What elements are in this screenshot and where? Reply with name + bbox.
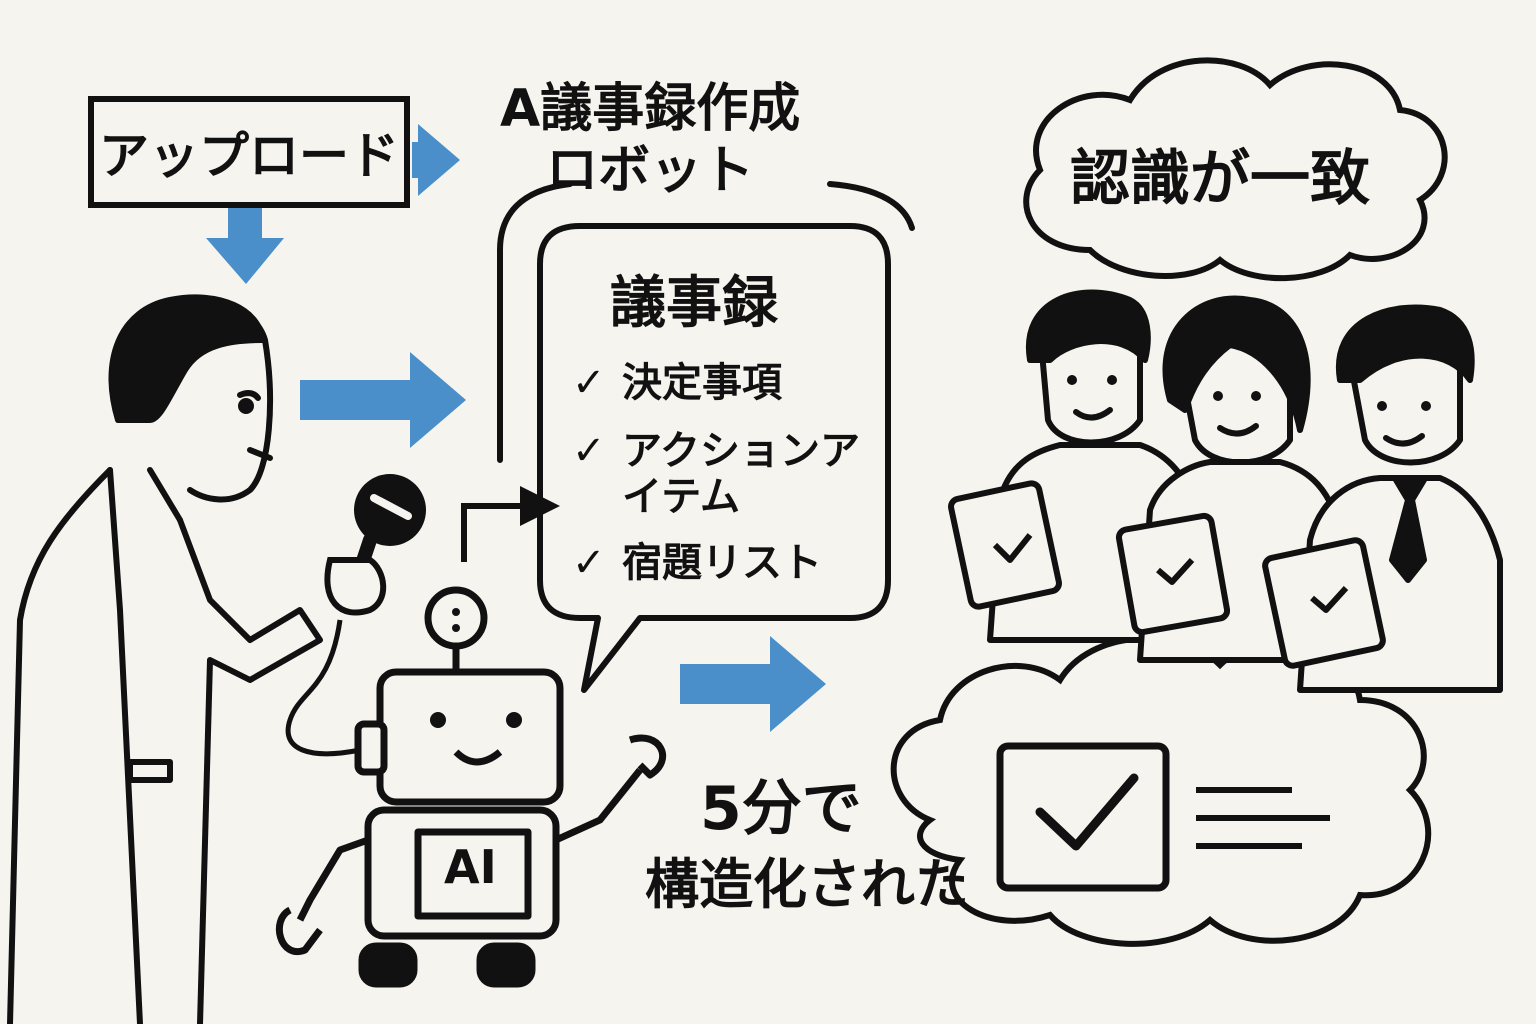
minutes-item-label: アクションア [622,428,860,474]
minutes-heading: 議事録 [610,271,778,336]
result-line1: 5分で [700,774,862,844]
consensus-label: 認識が一致 [1070,144,1370,214]
tablet-check-icon [1115,512,1231,636]
arrow-right-icon [418,124,460,196]
upload-box: アップロード [88,96,410,208]
team-members [987,289,1503,693]
arrow-right-icon [680,636,826,732]
speaker-person [7,294,323,1024]
minutes-item-decisions: ✓ 決定事項 [572,360,782,406]
minutes-item-action-items-cont: イテム [622,474,740,520]
minutes-item-homework-list: ✓ 宿題リスト [572,540,822,586]
robot-title-line2: ロボット [546,141,755,201]
minutes-item-label: 宿題リスト [622,540,822,586]
result-line2: 構造化された [645,853,969,916]
check-icon: ✓ [572,428,606,474]
robot-title-line1: A議事録作成 [500,79,801,139]
minutes-item-action-items: ✓ アクションア [572,428,860,474]
tablet-check-icon [1262,537,1386,669]
arrow-right-icon [300,352,466,448]
arrow-down-icon [206,205,284,284]
check-icon: ✓ [572,360,606,406]
robot-title: A議事録作成 ロボット [500,78,800,202]
minutes-item-label: 決定事項 [622,360,782,406]
tablet-check-icon [948,480,1062,610]
robot-chest-label: AI [444,840,497,894]
check-icon: ✓ [572,540,606,586]
